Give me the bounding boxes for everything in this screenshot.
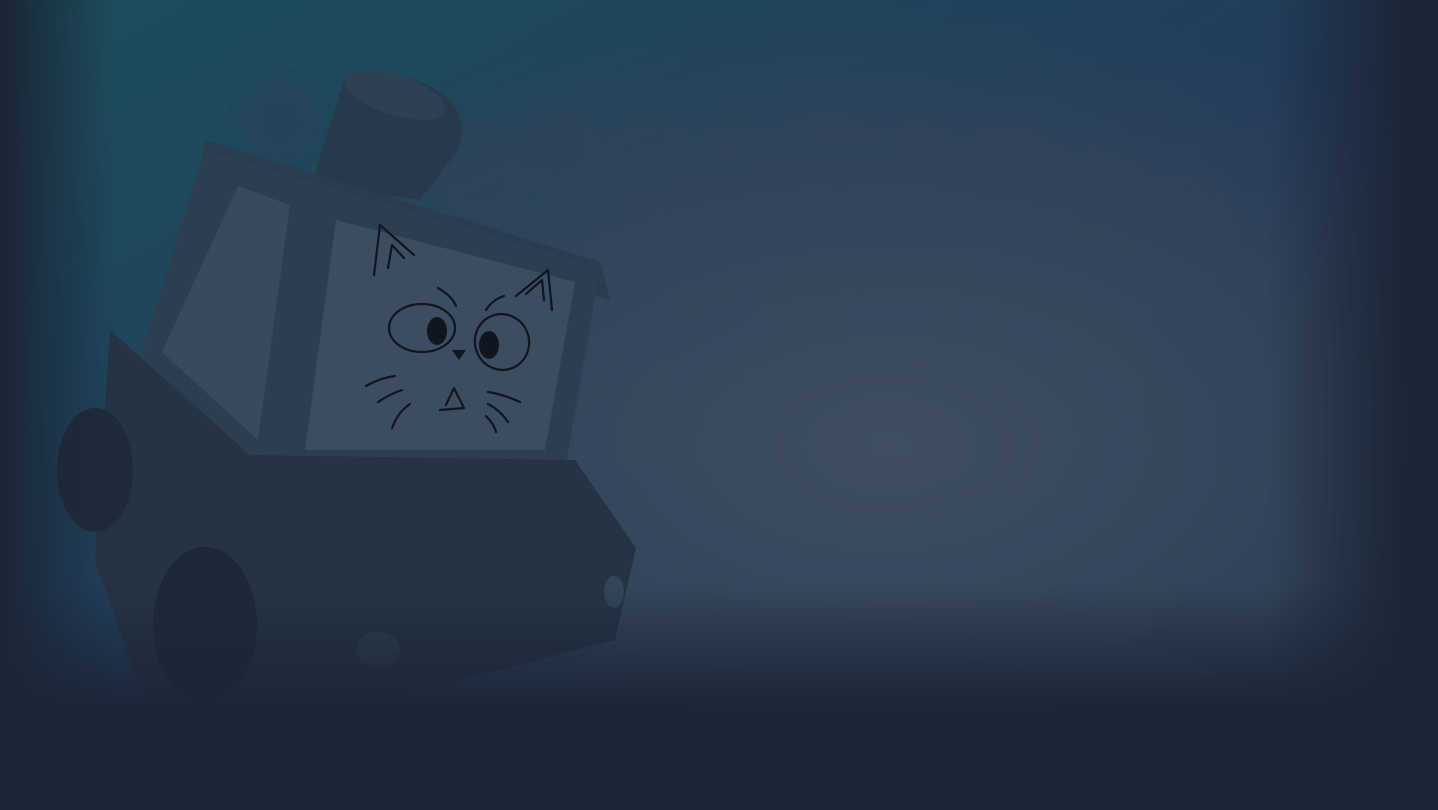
background-artwork	[0, 0, 1438, 810]
vignette-bottom	[0, 0, 1438, 810]
game-background-scene	[0, 0, 1438, 810]
